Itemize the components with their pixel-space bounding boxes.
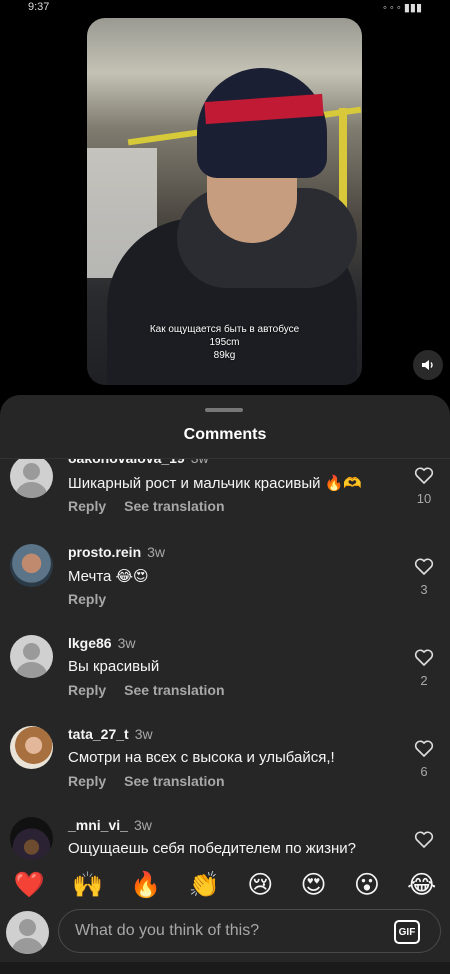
like-button[interactable] bbox=[410, 831, 438, 849]
speaker-icon bbox=[422, 360, 433, 370]
reel-video[interactable]: Как ощущается быть в автобусе 195cm 89kg bbox=[87, 18, 362, 385]
comments-title: Comments bbox=[183, 426, 267, 443]
video-caption-line1: Как ощущается быть в автобусе bbox=[149, 324, 300, 335]
comment-item: oakonovalova_19 3w Шикарный рост и мальчи… bbox=[0, 459, 450, 545]
comment-item: prosto.rein 3w Мечта 😂😍 Reply 3 bbox=[0, 544, 450, 634]
like-count: 2 bbox=[420, 673, 428, 688]
comment-actions: Reply See translation bbox=[68, 498, 243, 514]
comment-text: Шикарный рост и мальчик красивый 🔥🫶 bbox=[68, 475, 363, 492]
heart-icon bbox=[414, 467, 434, 484]
sheet-drag-handle[interactable] bbox=[205, 408, 243, 412]
reaction-clap[interactable]: 👏 bbox=[189, 871, 220, 900]
reaction-heart-eyes[interactable]: 😍 bbox=[301, 870, 327, 900]
reaction-fire[interactable]: 🔥 bbox=[130, 871, 161, 900]
heart-icon bbox=[414, 649, 434, 666]
avatar[interactable] bbox=[10, 817, 53, 860]
avatar[interactable] bbox=[10, 726, 53, 769]
comment-input[interactable] bbox=[75, 910, 375, 952]
comments-list[interactable]: oakonovalova_19 3w Шикарный рост и мальчи… bbox=[0, 459, 450, 863]
bottom-nav-strip bbox=[0, 962, 450, 974]
comment-actions: Reply See translation bbox=[68, 773, 243, 789]
quick-reactions-bar: ❤️ 🙌 🔥 👏 😢 😍 😮 😂 bbox=[0, 863, 450, 907]
gif-button[interactable]: GIF bbox=[394, 920, 420, 944]
like-button[interactable]: 6 bbox=[410, 740, 438, 779]
see-translation-button[interactable]: See translation bbox=[124, 682, 224, 698]
see-translation-button[interactable]: See translation bbox=[124, 773, 224, 789]
comment-item: lkge86 3w Вы красивый Reply See translatio… bbox=[0, 635, 450, 725]
like-button[interactable]: 10 bbox=[410, 467, 438, 506]
reaction-wow[interactable]: 😮 bbox=[354, 870, 380, 900]
heart-icon bbox=[414, 831, 434, 848]
like-button[interactable]: 3 bbox=[410, 558, 438, 597]
comment-header: prosto.rein 3w bbox=[68, 544, 165, 560]
reply-button[interactable]: Reply bbox=[68, 591, 106, 607]
status-icons: ◦ ◦ ◦ ▮▮▮ bbox=[382, 1, 422, 14]
comment-actions: Reply bbox=[68, 591, 124, 607]
comment-header: _mni_vi_ 3w bbox=[68, 817, 152, 833]
comment-username[interactable]: _mni_vi_ bbox=[68, 817, 128, 833]
comment-header: lkge86 3w bbox=[68, 635, 136, 651]
comment-composer: GIF bbox=[0, 907, 450, 957]
comment-item: _mni_vi_ 3w Ощущаешь себя победителем по … bbox=[0, 817, 450, 863]
heart-icon bbox=[414, 740, 434, 757]
comment-header: tata_27_t 3w bbox=[68, 726, 153, 742]
comment-time: 3w bbox=[147, 544, 166, 560]
video-caption-line2: 195cm bbox=[209, 337, 240, 348]
comment-input-box[interactable]: GIF bbox=[58, 909, 441, 953]
comment-text: Вы красивый bbox=[68, 658, 160, 675]
like-count: 10 bbox=[416, 491, 432, 506]
comment-time: 3w bbox=[117, 635, 136, 651]
comment-time: 3w bbox=[133, 817, 152, 833]
comments-sheet: Comments oakonovalova_19 3w Шикарный рост… bbox=[0, 395, 450, 974]
comment-header: oakonovalova_19 3w bbox=[68, 459, 209, 466]
comment-text: Мечта 😂😍 bbox=[68, 568, 149, 585]
comment-item: tata_27_t 3w Смотри на всех с высока и ул… bbox=[0, 726, 450, 816]
avatar[interactable] bbox=[10, 635, 53, 678]
heart-icon bbox=[414, 558, 434, 575]
status-bar: 9:37 ◦ ◦ ◦ ▮▮▮ bbox=[0, 0, 450, 14]
like-count: 6 bbox=[420, 764, 428, 779]
comment-time: 3w bbox=[191, 459, 209, 466]
mute-button[interactable] bbox=[413, 350, 443, 380]
comment-text: Смотри на всех с высока и улыбайся,! bbox=[68, 749, 335, 766]
reply-button[interactable]: Reply bbox=[68, 773, 106, 789]
comment-time: 3w bbox=[134, 726, 153, 742]
video-caption-line3: 89kg bbox=[213, 350, 236, 361]
reaction-laugh[interactable]: 😂 bbox=[407, 870, 436, 900]
reply-button[interactable]: Reply bbox=[68, 498, 106, 514]
like-button[interactable]: 2 bbox=[410, 649, 438, 688]
comment-username[interactable]: tata_27_t bbox=[68, 726, 129, 742]
my-avatar bbox=[6, 911, 49, 954]
comment-username[interactable]: lkge86 bbox=[68, 635, 112, 651]
reply-button[interactable]: Reply bbox=[68, 682, 106, 698]
like-count: 3 bbox=[420, 582, 428, 597]
avatar[interactable] bbox=[10, 544, 53, 587]
reaction-heart[interactable]: ❤️ bbox=[14, 871, 45, 900]
comment-username[interactable]: oakonovalova_19 bbox=[68, 459, 185, 466]
avatar[interactable] bbox=[10, 459, 53, 498]
status-time: 9:37 bbox=[28, 1, 50, 13]
comment-actions: Reply See translation bbox=[68, 682, 243, 698]
comment-username[interactable]: prosto.rein bbox=[68, 544, 141, 560]
reaction-cry[interactable]: 😢 bbox=[247, 870, 273, 900]
see-translation-button[interactable]: See translation bbox=[124, 498, 224, 514]
reaction-raising-hands[interactable]: 🙌 bbox=[72, 871, 103, 900]
comment-text: Ощущаешь себя победителем по жизни? bbox=[68, 840, 357, 857]
